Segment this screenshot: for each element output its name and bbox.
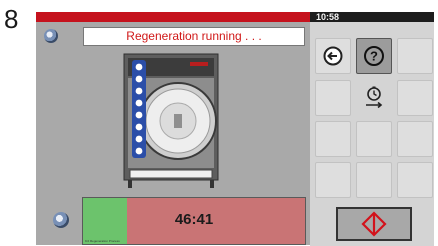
- cycle-stopwatch-icon: [366, 86, 383, 109]
- grid-cell: [356, 162, 392, 198]
- cycle-button[interactable]: [356, 80, 392, 116]
- program-gauge-icon[interactable]: [53, 212, 69, 228]
- back-arrow-icon: [323, 46, 343, 66]
- back-button[interactable]: [315, 38, 351, 74]
- status-message: Regeneration running . . .: [83, 27, 305, 46]
- grid-cell: [315, 162, 351, 198]
- help-icon: ?: [364, 46, 384, 66]
- settings-gauge-icon[interactable]: [44, 29, 58, 43]
- help-button[interactable]: ?: [356, 38, 392, 74]
- progress-timer: 46:41: [174, 211, 214, 228]
- progress-caption: 9.0 Regeneration Process: [85, 239, 120, 243]
- grid-cell: [397, 38, 433, 74]
- step-number: 8: [4, 4, 19, 34]
- clock: 10:58: [310, 12, 434, 22]
- washing-machine-illustration: [123, 53, 219, 188]
- stop-button[interactable]: [336, 207, 412, 241]
- grid-cell: [397, 80, 433, 116]
- progress-bar: 46:41 9.0 Regeneration Process: [82, 197, 306, 245]
- stop-icon: [361, 211, 387, 237]
- grid-cell: [397, 162, 433, 198]
- grid-cell: [356, 121, 392, 157]
- grid-cell: [397, 121, 433, 157]
- grid-cell: [315, 121, 351, 157]
- header-red-bar: [36, 12, 310, 22]
- svg-text:?: ?: [370, 49, 378, 64]
- grid-cell: [315, 80, 351, 116]
